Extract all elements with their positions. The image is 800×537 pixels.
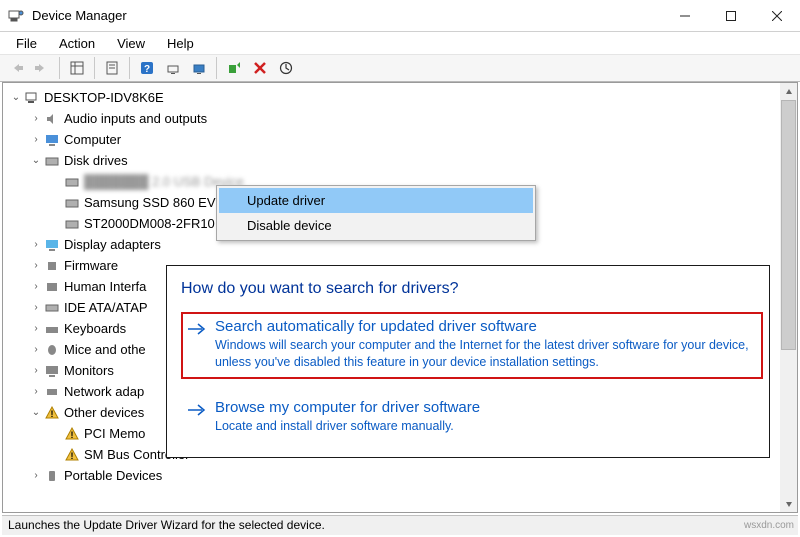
menu-action[interactable]: Action bbox=[49, 34, 105, 53]
vertical-scrollbar[interactable] bbox=[780, 83, 797, 512]
ctx-disable-device[interactable]: Disable device bbox=[219, 213, 533, 238]
monitor-icon bbox=[43, 362, 60, 379]
status-bar: Launches the Update Driver Wizard for th… bbox=[2, 515, 798, 535]
menubar: File Action View Help bbox=[0, 32, 800, 54]
scrollbar-thumb[interactable] bbox=[781, 100, 796, 350]
update-remote-button[interactable] bbox=[187, 56, 211, 80]
arrow-right-icon bbox=[187, 321, 207, 340]
update-driver-dialog: How do you want to search for drivers? S… bbox=[166, 265, 770, 458]
option-browse-computer[interactable]: Browse my computer for driver software L… bbox=[181, 393, 763, 443]
window-title: Device Manager bbox=[32, 8, 662, 23]
disk-icon bbox=[63, 194, 80, 211]
hid-icon bbox=[43, 278, 60, 295]
ide-icon bbox=[43, 299, 60, 316]
warning-icon: ! bbox=[63, 425, 80, 442]
speaker-icon bbox=[43, 110, 60, 127]
context-menu: Update driver Disable device bbox=[216, 185, 536, 241]
keyboard-icon bbox=[43, 320, 60, 337]
chevron-right-icon: › bbox=[29, 276, 43, 297]
menu-view[interactable]: View bbox=[107, 34, 155, 53]
portable-icon bbox=[43, 467, 60, 484]
tree-root[interactable]: ⌄DESKTOP-IDV8K6E bbox=[9, 87, 797, 108]
toolbar: ? bbox=[0, 54, 800, 82]
chevron-down-icon: ⌄ bbox=[9, 87, 23, 108]
properties-button[interactable] bbox=[100, 56, 124, 80]
menu-file[interactable]: File bbox=[6, 34, 47, 53]
menu-help[interactable]: Help bbox=[157, 34, 204, 53]
warning-icon: ! bbox=[63, 446, 80, 463]
close-button[interactable] bbox=[754, 0, 800, 32]
scroll-up-icon[interactable] bbox=[780, 83, 797, 100]
disable-button[interactable] bbox=[274, 56, 298, 80]
uninstall-button[interactable] bbox=[248, 56, 272, 80]
update-driver-button[interactable] bbox=[222, 56, 246, 80]
chevron-right-icon: › bbox=[29, 297, 43, 318]
chevron-right-icon: › bbox=[29, 381, 43, 402]
warning-icon: ! bbox=[43, 404, 60, 421]
chevron-down-icon: ⌄ bbox=[29, 402, 43, 423]
show-hide-tree-button[interactable] bbox=[65, 56, 89, 80]
option-1-description: Windows will search your computer and th… bbox=[215, 337, 753, 371]
chevron-right-icon: › bbox=[29, 234, 43, 255]
chevron-right-icon: › bbox=[29, 318, 43, 339]
watermark: wsxdn.com bbox=[744, 520, 794, 531]
option-2-description: Locate and install driver software manua… bbox=[215, 418, 753, 435]
minimize-button[interactable] bbox=[662, 0, 708, 32]
scan-hardware-button[interactable] bbox=[161, 56, 185, 80]
forward-button[interactable] bbox=[30, 56, 54, 80]
chevron-right-icon: › bbox=[29, 339, 43, 360]
help-button[interactable]: ? bbox=[135, 56, 159, 80]
option-1-title: Search automatically for updated driver … bbox=[215, 318, 753, 335]
option-2-title: Browse my computer for driver software bbox=[215, 399, 753, 416]
back-button[interactable] bbox=[4, 56, 28, 80]
svg-text:!: ! bbox=[50, 409, 53, 419]
maximize-button[interactable] bbox=[708, 0, 754, 32]
tree-item-audio[interactable]: ›Audio inputs and outputs bbox=[9, 108, 797, 129]
scroll-down-icon[interactable] bbox=[780, 495, 797, 512]
chevron-right-icon: › bbox=[29, 255, 43, 276]
computer-icon bbox=[23, 89, 40, 106]
chevron-right-icon: › bbox=[29, 360, 43, 381]
tree-item-portable[interactable]: ›Portable Devices bbox=[9, 465, 797, 486]
svg-text:!: ! bbox=[70, 451, 73, 461]
tree-item-disk[interactable]: ⌄Disk drives bbox=[9, 150, 797, 171]
ctx-update-driver[interactable]: Update driver bbox=[219, 188, 533, 213]
display-icon bbox=[43, 236, 60, 253]
titlebar: Device Manager bbox=[0, 0, 800, 32]
arrow-right-icon bbox=[187, 402, 207, 421]
tree-item-computer[interactable]: ›Computer bbox=[9, 129, 797, 150]
chevron-right-icon: › bbox=[29, 465, 43, 486]
network-icon bbox=[43, 383, 60, 400]
disk-icon bbox=[63, 215, 80, 232]
app-icon bbox=[8, 8, 24, 24]
chevron-down-icon: ⌄ bbox=[29, 150, 43, 171]
chevron-right-icon: › bbox=[29, 108, 43, 129]
chevron-right-icon: › bbox=[29, 129, 43, 150]
dialog-title: How do you want to search for drivers? bbox=[181, 280, 763, 298]
disk-icon bbox=[63, 173, 80, 190]
option-search-automatically[interactable]: Search automatically for updated driver … bbox=[181, 312, 763, 379]
svg-text:?: ? bbox=[144, 64, 150, 75]
chip-icon bbox=[43, 257, 60, 274]
mouse-icon bbox=[43, 341, 60, 358]
svg-text:!: ! bbox=[70, 430, 73, 440]
monitor-icon bbox=[43, 131, 60, 148]
disk-icon bbox=[43, 152, 60, 169]
